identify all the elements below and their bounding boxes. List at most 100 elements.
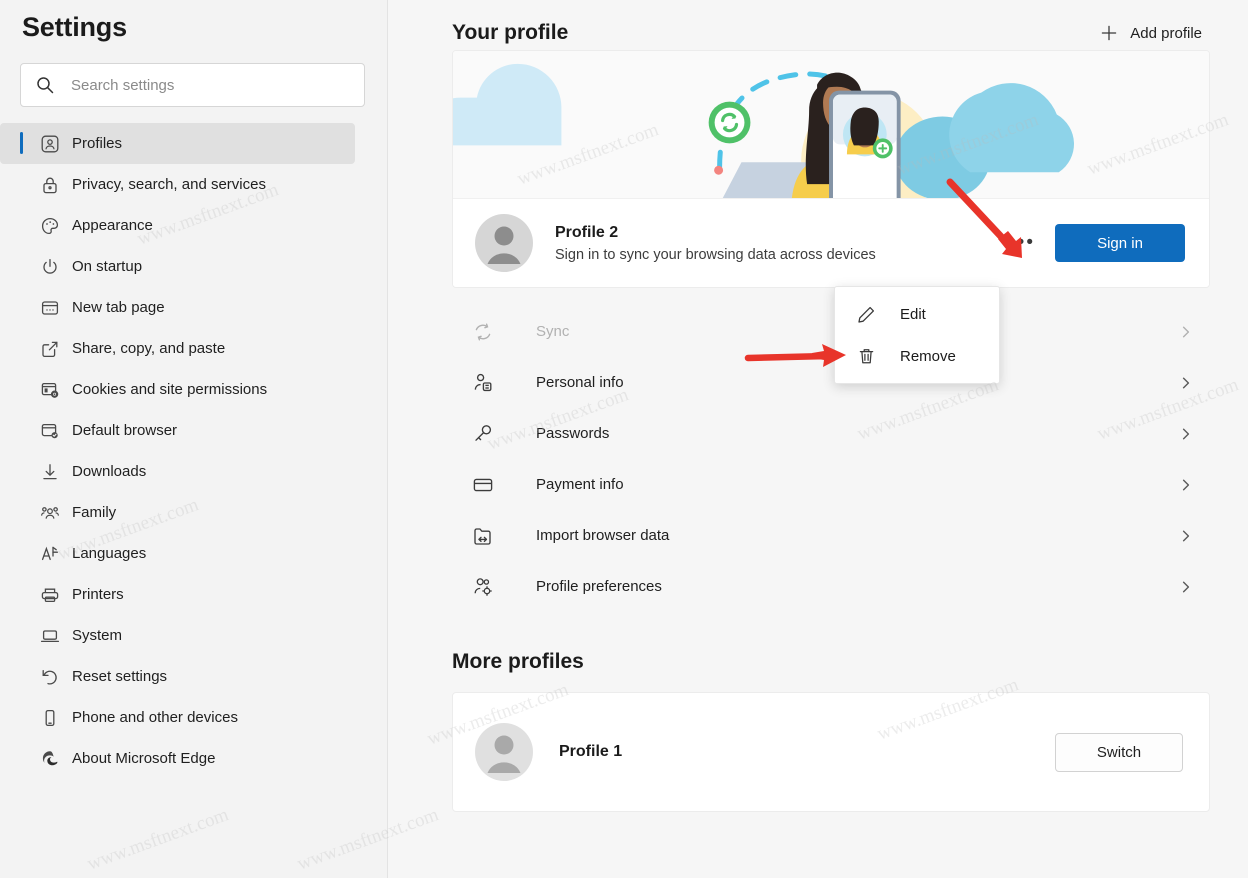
credit-card-icon [472, 474, 494, 496]
sign-in-button[interactable]: Sign in [1055, 224, 1185, 262]
profile-settings-list: Sync Personal info Passwords Payment inf… [452, 306, 1210, 612]
lock-icon [40, 175, 60, 195]
settings-page: Settings Profiles [0, 0, 1248, 878]
row-import-browser-data[interactable]: Import browser data [452, 510, 1210, 561]
sidebar-item-label: Languages [72, 545, 147, 562]
sidebar-item-label: Family [72, 504, 117, 521]
row-label: Profile preferences [536, 578, 662, 595]
context-menu-label: Edit [900, 305, 926, 323]
sidebar-item-default-browser[interactable]: Default browser [0, 410, 355, 451]
avatar-icon [475, 723, 533, 781]
more-profile-name: Profile 1 [559, 743, 623, 760]
profile-subtitle: Sign in to sync your browsing data acros… [555, 246, 876, 263]
profile-icon [40, 134, 60, 154]
power-icon [40, 257, 60, 277]
row-passwords[interactable]: Passwords [452, 408, 1210, 459]
search-input[interactable] [71, 76, 350, 94]
personal-info-icon [472, 372, 494, 394]
edge-icon [40, 749, 60, 769]
sidebar-nav: Profiles Privacy, search, and services A… [0, 123, 387, 779]
chevron-right-icon [1178, 324, 1194, 340]
row-payment-info[interactable]: Payment info [452, 459, 1210, 510]
row-label: Import browser data [536, 527, 670, 544]
your-profile-title: Your profile [452, 21, 569, 44]
row-personal-info[interactable]: Personal info [452, 357, 1210, 408]
sidebar-item-appearance[interactable]: Appearance [0, 205, 355, 246]
download-icon [40, 462, 60, 482]
languages-icon [40, 544, 60, 564]
cookies-icon [40, 380, 60, 400]
main-content: Your profile Add profile Profile 2 Sign … [388, 0, 1248, 878]
context-menu-label: Remove [900, 347, 956, 365]
more-profiles-title: More profiles [452, 650, 584, 673]
reset-icon [40, 667, 60, 687]
sidebar-item-label: Default browser [72, 422, 178, 439]
chevron-right-icon [1178, 579, 1194, 595]
sidebar-item-about-microsoft-edge[interactable]: About Microsoft Edge [0, 738, 355, 779]
plus-icon [1100, 24, 1118, 42]
add-profile-label: Add profile [1130, 24, 1202, 42]
profile-context-menu: Edit Remove [834, 286, 1000, 384]
sidebar-item-languages[interactable]: Languages [0, 533, 355, 574]
phone-icon [40, 708, 60, 728]
chevron-right-icon [1178, 375, 1194, 391]
more-profiles-card: Profile 1 Switch [452, 692, 1210, 812]
profile-preferences-icon [472, 576, 494, 598]
sidebar-item-printers[interactable]: Printers [0, 574, 355, 615]
profile-name: Profile 2 [555, 223, 619, 241]
key-icon [472, 423, 494, 445]
profile-more-options-button[interactable]: ••• [1005, 226, 1039, 260]
sidebar-item-profiles[interactable]: Profiles [0, 123, 355, 164]
sidebar-item-family[interactable]: Family [0, 492, 355, 533]
sidebar-item-downloads[interactable]: Downloads [0, 451, 355, 492]
add-profile-button[interactable]: Add profile [1092, 18, 1210, 48]
sidebar-item-new-tab-page[interactable]: New tab page [0, 287, 355, 328]
sidebar-item-label: Reset settings [72, 668, 168, 685]
search-icon [35, 75, 55, 95]
sidebar-item-label: Downloads [72, 463, 147, 480]
search-settings-box[interactable] [20, 63, 365, 107]
sync-icon [472, 321, 494, 343]
avatar-icon [475, 214, 533, 272]
sidebar-item-system[interactable]: System [0, 615, 355, 656]
sidebar-item-label: Privacy, search, and services [72, 176, 266, 193]
switch-profile-button[interactable]: Switch [1055, 732, 1183, 772]
context-menu-item-remove[interactable]: Remove [835, 335, 999, 377]
sidebar-item-privacy-search-and-services[interactable]: Privacy, search, and services [0, 164, 355, 205]
laptop-icon [40, 626, 60, 646]
pencil-icon [857, 305, 876, 324]
default-browser-icon [40, 421, 60, 441]
row-profile-preferences[interactable]: Profile preferences [452, 561, 1210, 612]
sidebar-item-phone-and-other-devices[interactable]: Phone and other devices [0, 697, 355, 738]
page-title: Settings [22, 12, 127, 42]
main-header: Your profile Add profile [452, 0, 1210, 50]
row-label: Payment info [536, 476, 624, 493]
printer-icon [40, 585, 60, 605]
profile-texts: Profile 2 Sign in to sync your browsing … [555, 224, 1005, 263]
sidebar-item-label: Phone and other devices [72, 709, 238, 726]
sidebar-item-on-startup[interactable]: On startup [0, 246, 355, 287]
sidebar-item-cookies-and-site-permissions[interactable]: Cookies and site permissions [0, 369, 355, 410]
sync-illustration [453, 51, 1209, 198]
import-icon [472, 525, 494, 547]
sidebar-item-label: About Microsoft Edge [72, 750, 216, 767]
row-sync[interactable]: Sync [452, 306, 1210, 357]
row-label: Passwords [536, 425, 610, 442]
profile-row: Profile 2 Sign in to sync your browsing … [453, 199, 1209, 287]
sidebar-item-label: New tab page [72, 299, 165, 316]
context-menu-item-edit[interactable]: Edit [835, 293, 999, 335]
sidebar-item-label: Cookies and site permissions [72, 381, 268, 398]
sidebar-item-share-copy-and-paste[interactable]: Share, copy, and paste [0, 328, 355, 369]
new-tab-icon [40, 298, 60, 318]
chevron-right-icon [1178, 477, 1194, 493]
sync-illustration-banner [453, 51, 1209, 199]
sidebar-item-label: Profiles [72, 135, 123, 152]
trash-icon [857, 347, 876, 366]
family-icon [40, 503, 60, 523]
sidebar-item-reset-settings[interactable]: Reset settings [0, 656, 355, 697]
share-icon [40, 339, 60, 359]
sidebar-item-label: Printers [72, 586, 124, 603]
sidebar: Settings Profiles [0, 0, 388, 878]
chevron-right-icon [1178, 528, 1194, 544]
sidebar-item-label: Appearance [72, 217, 153, 234]
